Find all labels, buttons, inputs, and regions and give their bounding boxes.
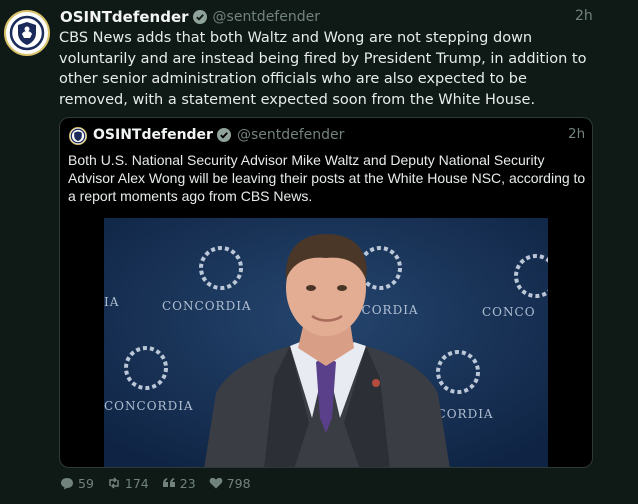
author-handle[interactable]: @sentdefender bbox=[213, 9, 320, 25]
reply-button[interactable]: 59 bbox=[60, 476, 94, 491]
photo-illustration: CONCORDIA CONCORDIA CONCO CONCORDIA CONC… bbox=[104, 218, 548, 467]
quoted-author-avatar[interactable] bbox=[69, 127, 87, 145]
verified-badge-icon bbox=[216, 128, 231, 142]
post-header: OSINTdefender @sentdefender bbox=[60, 7, 590, 27]
post-text: CBS News adds that both Waltz and Wong a… bbox=[59, 30, 587, 108]
backdrop-text: CONCORDIA bbox=[162, 299, 252, 313]
like-button[interactable]: 798 bbox=[209, 476, 251, 491]
quote-count: 23 bbox=[179, 475, 196, 491]
reply-count: 59 bbox=[78, 475, 94, 491]
quote-button[interactable]: 23 bbox=[162, 476, 196, 491]
like-icon bbox=[209, 477, 223, 489]
post: OSINTdefender @sentdefender 2h CBS News … bbox=[0, 0, 638, 504]
verified-badge-icon bbox=[192, 10, 207, 24]
author-name[interactable]: OSINTdefender bbox=[60, 8, 189, 26]
reply-icon bbox=[60, 477, 74, 490]
repost-button[interactable]: 174 bbox=[107, 476, 149, 491]
action-bar: 59 174 23 798 bbox=[60, 475, 264, 491]
repost-count: 174 bbox=[124, 475, 149, 491]
quoted-post-header: OSINTdefender @sentdefender bbox=[93, 125, 344, 145]
quoted-author-handle[interactable]: @sentdefender bbox=[237, 127, 344, 143]
backdrop-text: CONCORDIA bbox=[104, 399, 194, 413]
shield-avatar-icon bbox=[9, 15, 45, 51]
quoted-post-time[interactable]: 2h bbox=[568, 126, 585, 142]
quoted-author-name[interactable]: OSINTdefender bbox=[93, 127, 213, 143]
backdrop-text: IA bbox=[104, 295, 119, 309]
quoted-post[interactable]: OSINTdefender @sentdefender 2h Both U.S.… bbox=[59, 117, 593, 468]
quote-icon bbox=[162, 477, 176, 489]
shield-avatar-icon bbox=[70, 128, 86, 144]
like-count: 798 bbox=[226, 475, 251, 491]
author-avatar[interactable] bbox=[4, 10, 50, 56]
quoted-post-text: Both U.S. National Security Advisor Mike… bbox=[68, 152, 586, 204]
quoted-post-photo[interactable]: CONCORDIA CONCORDIA CONCO CONCORDIA CONC… bbox=[104, 218, 548, 467]
repost-icon bbox=[107, 477, 121, 489]
backdrop-text: CONCO bbox=[482, 305, 536, 319]
post-time[interactable]: 2h bbox=[575, 8, 593, 24]
